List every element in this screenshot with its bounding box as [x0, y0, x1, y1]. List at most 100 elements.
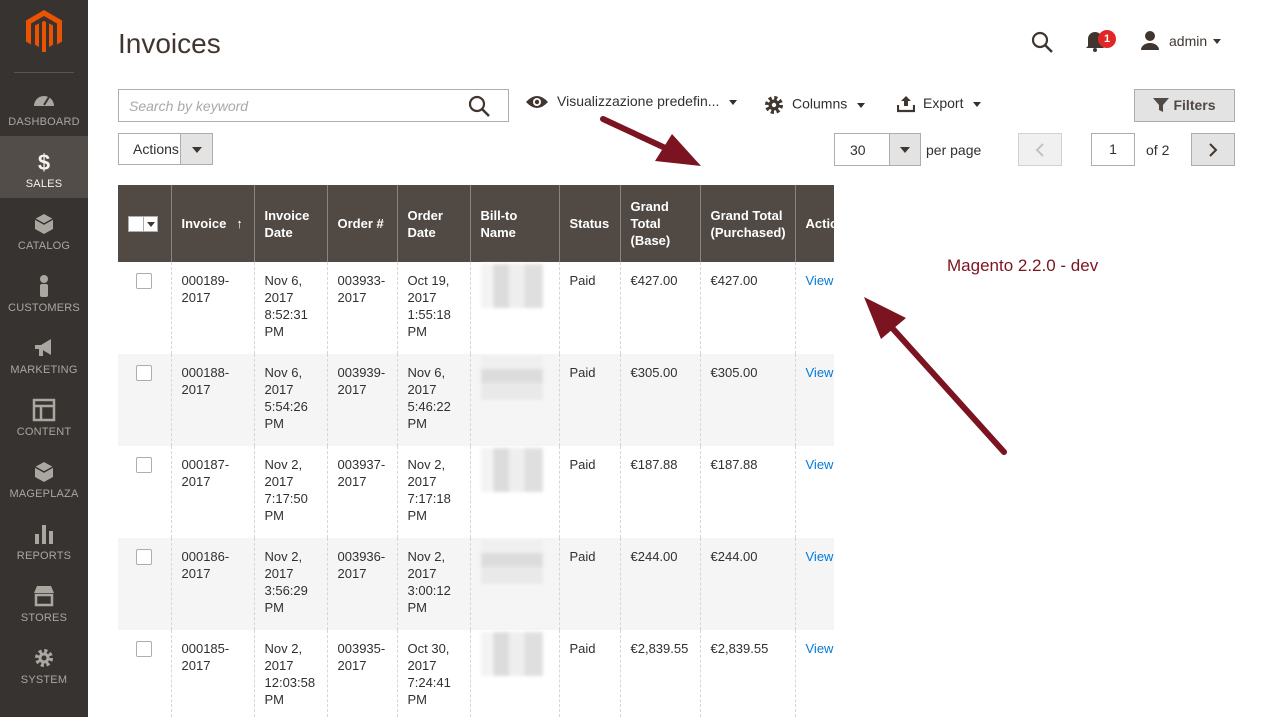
sidebar-item-content[interactable]: CONTENT [0, 384, 88, 446]
chevron-down-icon[interactable] [1213, 39, 1221, 44]
status-cell: Paid [558, 538, 620, 630]
mass-select-header [118, 185, 171, 262]
sidebar-item-dashboard[interactable]: DASHBOARD [0, 74, 88, 136]
notification-badge: 1 [1098, 30, 1116, 48]
view-selector[interactable]: Visualizzazione predefin... [525, 93, 738, 110]
search-icon[interactable] [468, 95, 490, 117]
redacted-name [480, 264, 543, 308]
sidebar-item-reports[interactable]: REPORTS [0, 508, 88, 570]
row-select-cell [118, 538, 171, 630]
view-link[interactable]: View [806, 549, 834, 564]
order-cell: 003935-2017 [326, 630, 397, 717]
search-input[interactable] [119, 90, 449, 121]
user-icon[interactable] [1140, 30, 1160, 50]
bar-chart-icon [35, 525, 53, 544]
sidebar-item-stores[interactable]: STORES [0, 570, 88, 632]
store-icon [34, 586, 54, 607]
row-checkbox[interactable] [136, 365, 152, 381]
view-link[interactable]: View [806, 365, 834, 380]
cube-icon [34, 462, 54, 482]
grand-total-base-cell: €2,839.55 [619, 630, 700, 717]
grand-total-base-cell: €427.00 [619, 262, 700, 354]
person-icon [40, 275, 48, 297]
actions-dropdown[interactable]: Actions [118, 133, 213, 165]
dollar-icon: $ [38, 150, 50, 174]
magento-logo-icon[interactable] [26, 10, 62, 52]
view-link[interactable]: View [806, 641, 834, 656]
sidebar-item-marketing[interactable]: MARKETING [0, 322, 88, 384]
sidebar-item-label: STORES [20, 612, 68, 624]
per-page-value: 30 [850, 142, 866, 158]
megaphone-icon [35, 339, 51, 356]
column-header-invoice[interactable]: Invoice ↑ [170, 185, 254, 262]
invoice-date-cell: Nov 6, 2017 8:52:31 PM [253, 262, 327, 354]
invoice-date-cell: Nov 2, 2017 7:17:50 PM [253, 446, 327, 538]
eye-icon [526, 96, 548, 109]
grand-total-base-cell: €305.00 [619, 354, 700, 446]
view-link[interactable]: View [806, 457, 834, 472]
action-cell: View [794, 262, 834, 354]
grand-total-base-cell: €244.00 [619, 538, 700, 630]
column-header-status[interactable]: Status [558, 185, 620, 262]
row-select-cell [118, 354, 171, 446]
bill-to-name-cell [469, 262, 559, 354]
row-checkbox[interactable] [136, 457, 152, 473]
column-header-order[interactable]: Order # [326, 185, 397, 262]
invoices-grid: Invoice ↑ Invoice Date Order # Order Date… [118, 185, 834, 717]
sidebar-item-catalog[interactable]: CATALOG [0, 198, 88, 260]
next-page-button[interactable] [1191, 133, 1235, 166]
view-link[interactable]: View [806, 273, 834, 288]
page-number-input[interactable]: 1 [1091, 133, 1135, 166]
column-header-grand-total-base[interactable]: Grand Total (Base) [619, 185, 700, 262]
keyword-search [118, 89, 509, 122]
previous-page-button[interactable] [1018, 133, 1062, 166]
gear-icon [765, 96, 783, 114]
user-menu-name[interactable]: admin [1169, 33, 1207, 49]
sidebar-item-mageplaza[interactable]: MAGEPLAZA [0, 446, 88, 508]
column-header-bill-to-name[interactable]: Bill-to Name [469, 185, 559, 262]
table-row[interactable]: 000186-2017 Nov 2, 2017 3:56:29 PM 00393… [118, 538, 834, 630]
invoices-table: Invoice ↑ Invoice Date Order # Order Date… [118, 185, 834, 717]
export-control[interactable]: Export [896, 95, 982, 113]
table-row[interactable]: 000188-2017 Nov 6, 2017 5:54:26 PM 00393… [118, 354, 834, 446]
view-label: Visualizzazione predefin... [557, 93, 720, 109]
order-date-cell: Oct 19, 2017 1:55:18 PM [396, 262, 470, 354]
table-row[interactable]: 000185-2017 Nov 2, 2017 12:03:58 PM 0039… [118, 630, 834, 717]
table-row[interactable]: 000189-2017 Nov 6, 2017 8:52:31 PM 00393… [118, 262, 834, 354]
gear-icon [35, 649, 53, 667]
actions-dropdown-toggle[interactable] [180, 134, 212, 164]
row-checkbox[interactable] [136, 273, 152, 289]
admin-sidebar: DASHBOARD $ SALES CATALOG CUSTOMERS MARK… [0, 0, 88, 717]
mass-select-checkbox[interactable] [128, 215, 158, 232]
export-label: Export [923, 95, 964, 111]
action-cell: View [794, 446, 834, 538]
filters-button[interactable]: Filters [1134, 89, 1235, 122]
column-header-action: Action [794, 185, 834, 262]
table-row[interactable]: 000187-2017 Nov 2, 2017 7:17:50 PM 00393… [118, 446, 834, 538]
sidebar-item-label: SALES [25, 178, 63, 190]
chevron-right-icon [1209, 143, 1218, 157]
columns-control[interactable]: Columns [764, 95, 866, 115]
sidebar-item-sales[interactable]: $ SALES [0, 136, 88, 198]
status-cell: Paid [558, 630, 620, 717]
per-page-select[interactable]: 30 [834, 133, 921, 166]
sidebar-item-customers[interactable]: CUSTOMERS [0, 260, 88, 322]
row-checkbox[interactable] [136, 549, 152, 565]
page-title: Invoices [118, 28, 221, 59]
row-select-cell [118, 630, 171, 717]
action-cell: View [794, 354, 834, 446]
columns-label: Columns [792, 95, 848, 112]
column-header-order-date[interactable]: Order Date [396, 185, 470, 262]
row-select-cell [118, 446, 171, 538]
column-header-grand-total-purchased[interactable]: Grand Total (Purchased) [699, 185, 795, 262]
order-cell: 003936-2017 [326, 538, 397, 630]
sidebar-item-system[interactable]: SYSTEM [0, 632, 88, 694]
order-date-cell: Nov 2, 2017 7:17:18 PM [396, 446, 470, 538]
per-page-toggle[interactable] [889, 134, 920, 165]
search-icon[interactable] [1030, 30, 1054, 54]
actions-label: Actions [133, 141, 179, 157]
column-header-invoice-date[interactable]: Invoice Date [253, 185, 327, 262]
row-checkbox[interactable] [136, 641, 152, 657]
filter-icon [1153, 98, 1170, 113]
row-select-cell [118, 262, 171, 354]
